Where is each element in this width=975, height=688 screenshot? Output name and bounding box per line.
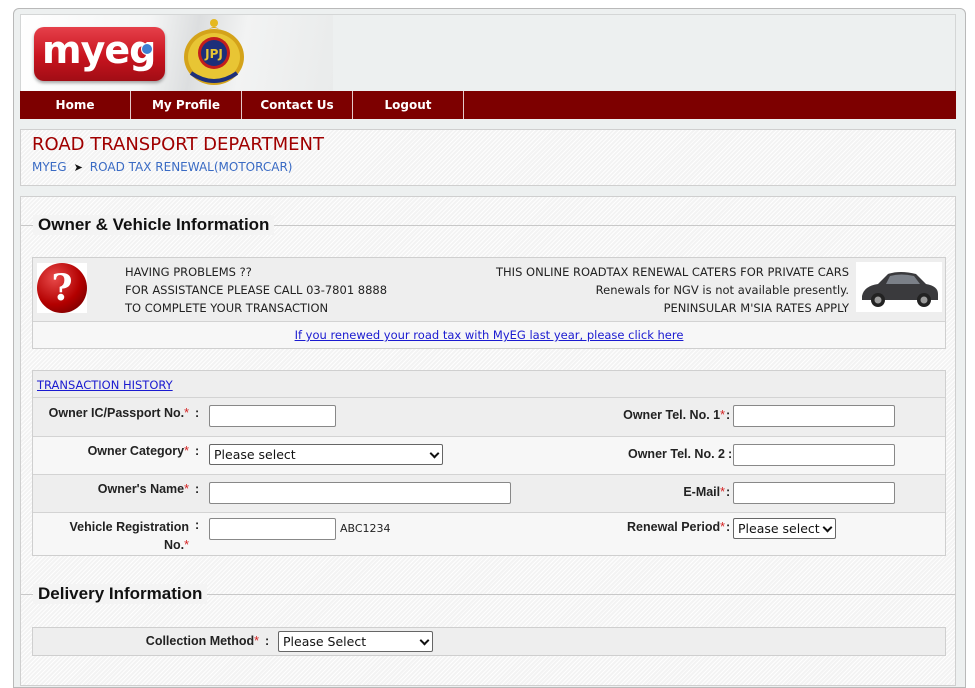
page-title-box: ROAD TRANSPORT DEPARTMENT MYEG ➤ ROAD TA… xyxy=(20,129,956,186)
vehicle-reg-input[interactable] xyxy=(209,518,336,540)
category-label-text: Owner Category xyxy=(87,444,185,458)
renewal-period-label: Renewal Period* xyxy=(593,520,725,534)
delivery-fieldset: Delivery Information xyxy=(21,584,955,604)
tel1-label-text: Owner Tel. No. 1 xyxy=(623,408,721,422)
required-mark: * xyxy=(184,444,189,458)
colon: : xyxy=(195,518,200,532)
tel2-label-text: Owner Tel. No. 2 xyxy=(627,447,725,461)
colon: : xyxy=(195,406,200,420)
nav-my-profile[interactable]: My Profile xyxy=(131,91,242,119)
required-mark: * xyxy=(720,485,725,499)
colon: : xyxy=(195,444,200,458)
owner-ic-input[interactable] xyxy=(209,405,336,427)
owner-name-input[interactable] xyxy=(209,482,511,504)
name-label: Owner's Name* xyxy=(39,482,189,496)
form-row: Owner Category* : Please select Owner Te… xyxy=(33,437,945,475)
page-title: ROAD TRANSPORT DEPARTMENT xyxy=(32,134,324,155)
email-label: E-Mail* xyxy=(593,485,725,499)
renewal-period-select[interactable]: Please select xyxy=(733,518,836,539)
required-mark: * xyxy=(184,406,189,420)
colon: : xyxy=(726,408,731,422)
form-row: Owner's Name* : E-Mail* : xyxy=(33,475,945,513)
breadcrumb-arrow-icon: ➤ xyxy=(73,160,83,174)
help-line: FOR ASSISTANCE PLEASE CALL 03-7801 8888 xyxy=(125,283,388,297)
site-header: myeg JPJ xyxy=(20,14,956,92)
collection-method-selected: Please Select xyxy=(283,634,367,649)
jpj-crest-logo: JPJ xyxy=(184,19,244,85)
collection-method-label-text: Collection Method xyxy=(145,634,255,648)
breadcrumb-road-tax-renewal[interactable]: ROAD TAX RENEWAL(MOTORCAR) xyxy=(90,160,293,174)
help-text: HAVING PROBLEMS ?? FOR ASSISTANCE PLEASE… xyxy=(125,263,387,317)
transaction-history-link[interactable]: TRANSACTION HISTORY xyxy=(37,378,173,392)
collection-method-select[interactable]: Please Select xyxy=(278,631,433,652)
colon: : xyxy=(728,447,733,461)
form-row: Owner IC/Passport No.* : Owner Tel. No. … xyxy=(33,399,945,437)
owner-category-selected: Please select xyxy=(214,447,296,462)
renewed-last-year-link[interactable]: If you renewed your road tax with MyEG l… xyxy=(295,328,684,342)
required-mark: * xyxy=(184,538,189,552)
name-label-text: Owner's Name xyxy=(97,482,185,496)
vehicle-reg-label: Vehicle Registration No.* xyxy=(39,518,189,554)
colon: : xyxy=(265,634,270,648)
renewal-period-selected: Please select xyxy=(738,521,820,536)
chevron-down-icon xyxy=(822,522,833,533)
nav-contact-us[interactable]: Contact Us xyxy=(242,91,353,119)
chevron-down-icon xyxy=(429,448,440,459)
colon: : xyxy=(726,485,731,499)
chevron-down-icon xyxy=(419,635,430,646)
owner-vehicle-fieldset: Owner & Vehicle Information xyxy=(21,215,955,235)
required-mark: * xyxy=(184,482,189,496)
question-icon-glyph: ? xyxy=(37,263,87,313)
delivery-legend: Delivery Information xyxy=(33,584,208,604)
collection-method-label: Collection Method* xyxy=(123,634,259,648)
help-line: TO COMPLETE YOUR TRANSACTION xyxy=(125,301,329,315)
renew-link-row: If you renewed your road tax with MyEG l… xyxy=(33,322,945,348)
jpj-crest-text: JPJ xyxy=(204,47,223,61)
form-header: TRANSACTION HISTORY xyxy=(33,371,945,398)
email-input[interactable] xyxy=(733,482,895,504)
vehicle-reg-hint: ABC1234 xyxy=(340,522,391,535)
required-mark: * xyxy=(720,408,725,422)
notice-line: PENINSULAR M'SIA RATES APPLY xyxy=(663,301,849,315)
info-panel-top: ? HAVING PROBLEMS ?? FOR ASSISTANCE PLEA… xyxy=(33,258,945,322)
myeg-logo-text: myeg xyxy=(42,28,156,72)
help-line: HAVING PROBLEMS ?? xyxy=(125,265,252,279)
ic-label: Owner IC/Passport No.* xyxy=(39,406,189,420)
form-row: Vehicle Registration No.* : ABC1234 Rene… xyxy=(33,513,945,555)
tel2-label: Owner Tel. No. 2 xyxy=(593,447,725,461)
required-mark: * xyxy=(254,634,259,648)
myeg-logo[interactable]: myeg xyxy=(34,27,165,81)
required-mark: * xyxy=(720,520,725,534)
owner-vehicle-form: TRANSACTION HISTORY Owner IC/Passport No… xyxy=(32,370,946,556)
owner-tel2-input[interactable] xyxy=(733,444,895,466)
question-icon: ? xyxy=(37,263,87,313)
notice-line: Renewals for NGV is not available presen… xyxy=(595,283,849,297)
owner-vehicle-legend: Owner & Vehicle Information xyxy=(33,215,275,235)
colon: : xyxy=(726,520,731,534)
owner-category-select[interactable]: Please select xyxy=(209,444,443,465)
notice-text: THIS ONLINE ROADTAX RENEWAL CATERS FOR P… xyxy=(496,263,849,317)
collection-method-row: Collection Method* : Please Select xyxy=(32,627,946,656)
category-label: Owner Category* xyxy=(39,444,189,458)
car-image xyxy=(856,262,942,312)
tel1-label: Owner Tel. No. 1* xyxy=(593,408,725,422)
main-nav: Home My Profile Contact Us Logout xyxy=(20,91,956,119)
vehicle-reg-label-line2: No. xyxy=(163,538,185,552)
email-label-text: E-Mail xyxy=(683,485,721,499)
header-banner: myeg JPJ xyxy=(21,15,333,92)
ic-label-text: Owner IC/Passport No. xyxy=(48,406,185,420)
nav-logout[interactable]: Logout xyxy=(353,91,464,119)
renewal-period-label-text: Renewal Period xyxy=(627,520,721,534)
notice-line: THIS ONLINE ROADTAX RENEWAL CATERS FOR P… xyxy=(496,265,849,279)
vehicle-reg-label-line1: Vehicle Registration xyxy=(69,520,189,534)
breadcrumb: MYEG ➤ ROAD TAX RENEWAL(MOTORCAR) xyxy=(32,160,292,174)
main-content: Owner & Vehicle Information ? HAVING PRO… xyxy=(20,196,956,686)
info-panel: ? HAVING PROBLEMS ?? FOR ASSISTANCE PLEA… xyxy=(32,257,946,349)
colon: : xyxy=(195,482,200,496)
globe-icon xyxy=(141,43,153,55)
breadcrumb-myeg[interactable]: MYEG xyxy=(32,160,67,174)
owner-tel1-input[interactable] xyxy=(733,405,895,427)
nav-home[interactable]: Home xyxy=(20,91,131,119)
